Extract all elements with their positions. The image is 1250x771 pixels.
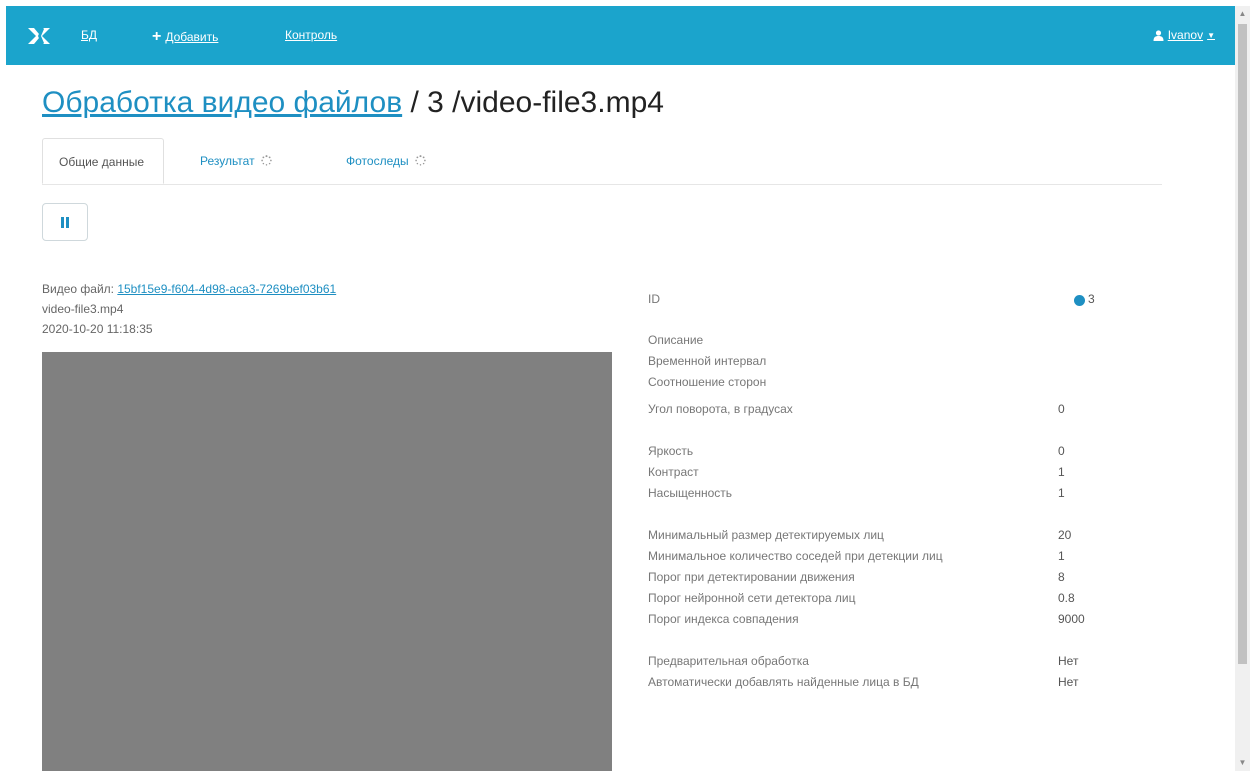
nav-add-label: Добавить (165, 30, 219, 44)
scroll-down-arrow-icon[interactable]: ▼ (1238, 757, 1247, 769)
prop-value: 20 (1058, 528, 1072, 542)
prop-row: Минимальное количество соседей при детек… (648, 549, 1118, 569)
prop-label: Описание (648, 333, 704, 347)
prop-label: Контраст (648, 465, 699, 479)
prop-row: Минимальный размер детектируемых лиц 20 (648, 528, 1118, 548)
caret-down-icon: ▼ (1207, 30, 1215, 40)
pause-icon (60, 216, 70, 228)
user-menu[interactable]: Ivanov ▼ (1153, 28, 1215, 42)
prop-row: Насыщенность 1 (648, 486, 1118, 506)
prop-row: Яркость 0 (648, 444, 1118, 464)
prop-label: Яркость (648, 444, 694, 458)
prop-value: 0.8 (1058, 591, 1075, 605)
status-dot-icon (1074, 295, 1085, 306)
video-file-name: video-file3.mp4 (42, 302, 124, 316)
prop-label: Минимальный размер детектируемых лиц (648, 528, 884, 542)
prop-row: Контраст 1 (648, 465, 1118, 485)
plus-icon: + (152, 28, 162, 45)
prop-value: 8 (1058, 570, 1065, 584)
prop-row: Порог нейронной сети детектора лиц 0.8 (648, 591, 1118, 611)
prop-value: 1 (1058, 486, 1065, 500)
prop-label: Порог при детектировании движения (648, 570, 855, 584)
prop-label: Порог нейронной сети детектора лиц (648, 591, 856, 605)
nav-add-link[interactable]: + Добавить (152, 28, 218, 46)
page-scrollbar[interactable]: ▲ ▼ (1235, 6, 1250, 771)
prop-id-value: 3 (1088, 292, 1095, 306)
spinner-icon (260, 155, 272, 166)
prop-label: Автоматически добавлять найденные лица в… (648, 675, 919, 689)
tab-result-label: Результат (200, 154, 255, 168)
user-name: Ivanov (1167, 28, 1204, 42)
tab-photo-traces[interactable]: Фотоследы (346, 138, 426, 184)
prop-id-label: ID (648, 292, 660, 306)
video-player[interactable] (42, 352, 612, 771)
prop-label: Соотношение сторон (648, 375, 767, 389)
prop-label: Временной интервал (648, 354, 767, 368)
file-info: Видео файл: 15bf15e9-f604-4d98-aca3-7269… (42, 279, 336, 339)
prop-row: Временной интервал (648, 354, 1118, 374)
video-file-datetime: 2020-10-20 11:18:35 (42, 322, 153, 336)
logo-icon[interactable] (28, 28, 50, 44)
prop-label: Минимальное количество соседей при детек… (648, 549, 943, 563)
nav-control-link[interactable]: Контроль (285, 28, 337, 42)
scroll-up-arrow-icon[interactable]: ▲ (1238, 8, 1247, 20)
video-file-guid-link[interactable]: 15bf15e9-f604-4d98-aca3-7269bef03b61 (117, 282, 336, 296)
prop-row: Соотношение сторон (648, 375, 1118, 395)
prop-value: Нет (1058, 654, 1079, 668)
prop-row: Автоматически добавлять найденные лица в… (648, 675, 1118, 695)
pause-button[interactable] (42, 203, 88, 241)
prop-label: Угол поворота, в градусах (648, 402, 793, 416)
prop-value: 9000 (1058, 612, 1085, 626)
prop-value: 0 (1058, 402, 1065, 416)
prop-label: Порог индекса совпадения (648, 612, 799, 626)
prop-row-id: ID 3 (648, 292, 1118, 312)
prop-row: Угол поворота, в градусах 0 (648, 402, 1118, 422)
spinner-icon (414, 155, 426, 166)
tab-result[interactable]: Результат (200, 138, 272, 184)
prop-value: 1 (1058, 465, 1065, 479)
user-icon (1153, 29, 1164, 41)
video-file-prefix: Видео файл: (42, 282, 114, 296)
prop-value: Нет (1058, 675, 1079, 689)
prop-value: 1 (1058, 549, 1065, 563)
prop-value: 0 (1058, 444, 1065, 458)
nav-db-link[interactable]: БД (81, 28, 97, 42)
prop-label: Насыщенность (648, 486, 733, 500)
top-navbar: БД + Добавить Контроль Ivanov ▼ (6, 6, 1235, 65)
tab-photo-traces-label: Фотоследы (346, 154, 409, 168)
prop-row: Предварительная обработка Нет (648, 654, 1118, 674)
scroll-thumb[interactable] (1238, 24, 1247, 664)
breadcrumb-rest: / 3 /video-file3.mp4 (402, 86, 664, 119)
page-title: Обработка видео файлов / 3 /video-file3.… (42, 86, 664, 120)
breadcrumb-video-processing-link[interactable]: Обработка видео файлов (42, 86, 402, 119)
tab-general-data[interactable]: Общие данные (42, 138, 164, 184)
video-file-line: Видео файл: 15bf15e9-f604-4d98-aca3-7269… (42, 279, 336, 299)
prop-row: Описание (648, 333, 1118, 353)
prop-row: Порог индекса совпадения 9000 (648, 612, 1118, 632)
prop-row: Порог при детектировании движения 8 (648, 570, 1118, 590)
tab-general-label: Общие данные (59, 155, 145, 169)
prop-label: Предварительная обработка (648, 654, 809, 668)
window-frame-left (0, 0, 6, 771)
tabs-bar: Общие данные Результат Фотоследы (42, 138, 1162, 185)
